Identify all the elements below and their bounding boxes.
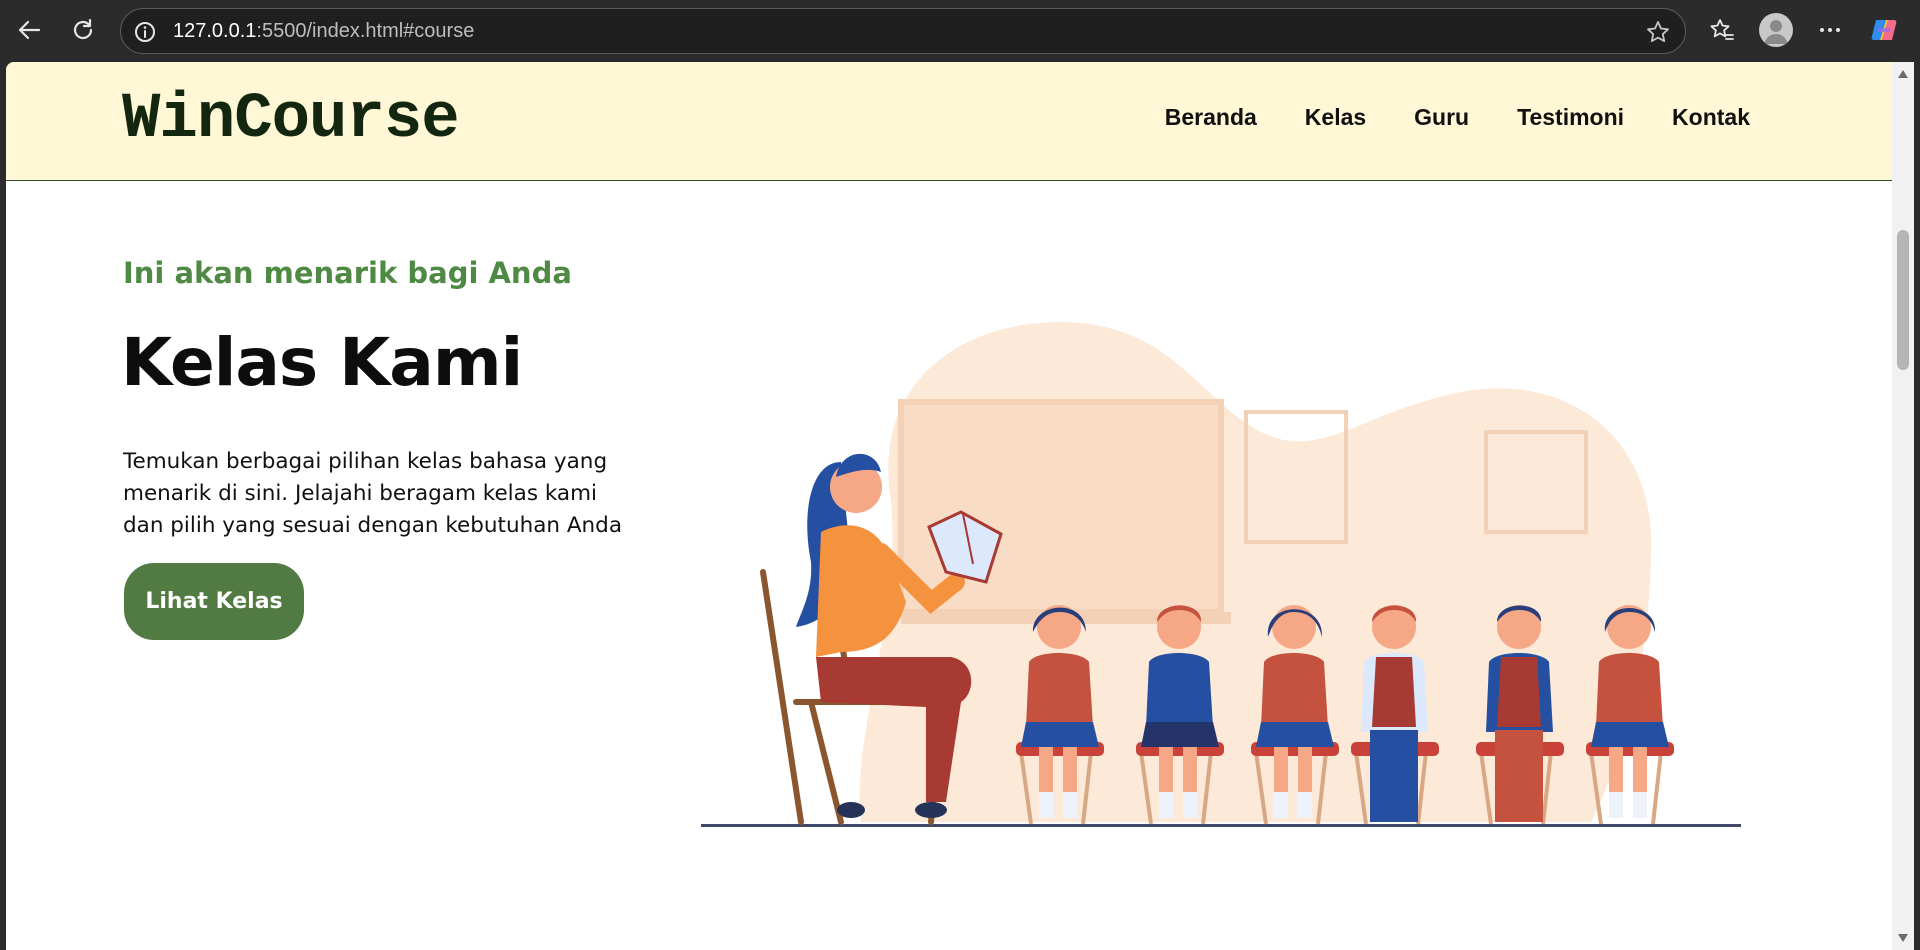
copilot-icon[interactable]: [1866, 12, 1902, 48]
nav-link-beranda[interactable]: Beranda: [1165, 104, 1257, 131]
browser-toolbar: 127.0.0.1:5500/index.html#course: [0, 0, 1920, 62]
scroll-down-icon[interactable]: [1898, 934, 1908, 942]
favorites-icon[interactable]: [1704, 12, 1740, 48]
back-icon[interactable]: [12, 13, 46, 47]
profile-avatar-icon[interactable]: [1758, 12, 1794, 48]
nav-link-kontak[interactable]: Kontak: [1672, 104, 1750, 131]
section-eyebrow: Ini akan menarik bagi Anda: [123, 256, 572, 290]
main-nav: Beranda Kelas Guru Testimoni Kontak: [1165, 104, 1750, 131]
nav-link-testimoni[interactable]: Testimoni: [1517, 104, 1624, 131]
scrollbar-thumb[interactable]: [1897, 230, 1909, 370]
site-logo[interactable]: WinCourse: [122, 84, 460, 156]
section-title: Kelas Kami: [121, 324, 523, 401]
section-description: Temukan berbagai pilihan kelas bahasa ya…: [123, 449, 623, 538]
url-host: 127.0.0.1: [173, 20, 257, 42]
url-text: 127.0.0.1:5500/index.html#course: [173, 20, 474, 43]
url-path: :5500/index.html#course: [256, 20, 475, 42]
view-classes-button[interactable]: Lihat Kelas: [124, 563, 304, 640]
favorite-star-icon[interactable]: [1645, 19, 1671, 45]
address-bar[interactable]: 127.0.0.1:5500/index.html#course: [120, 8, 1686, 54]
page-scrollbar[interactable]: [1892, 62, 1914, 950]
more-options-icon[interactable]: [1812, 12, 1848, 48]
site-info-icon[interactable]: [133, 20, 157, 44]
reload-icon[interactable]: [66, 13, 100, 47]
window-edge: [1914, 62, 1920, 950]
nav-link-kelas[interactable]: Kelas: [1305, 104, 1366, 131]
page-viewport: WinCourse Beranda Kelas Guru Testimoni K…: [6, 62, 1892, 950]
scroll-up-icon[interactable]: [1898, 70, 1908, 78]
classroom-illustration: [701, 322, 1741, 827]
nav-link-guru[interactable]: Guru: [1414, 104, 1469, 131]
site-header: WinCourse Beranda Kelas Guru Testimoni K…: [6, 62, 1892, 181]
